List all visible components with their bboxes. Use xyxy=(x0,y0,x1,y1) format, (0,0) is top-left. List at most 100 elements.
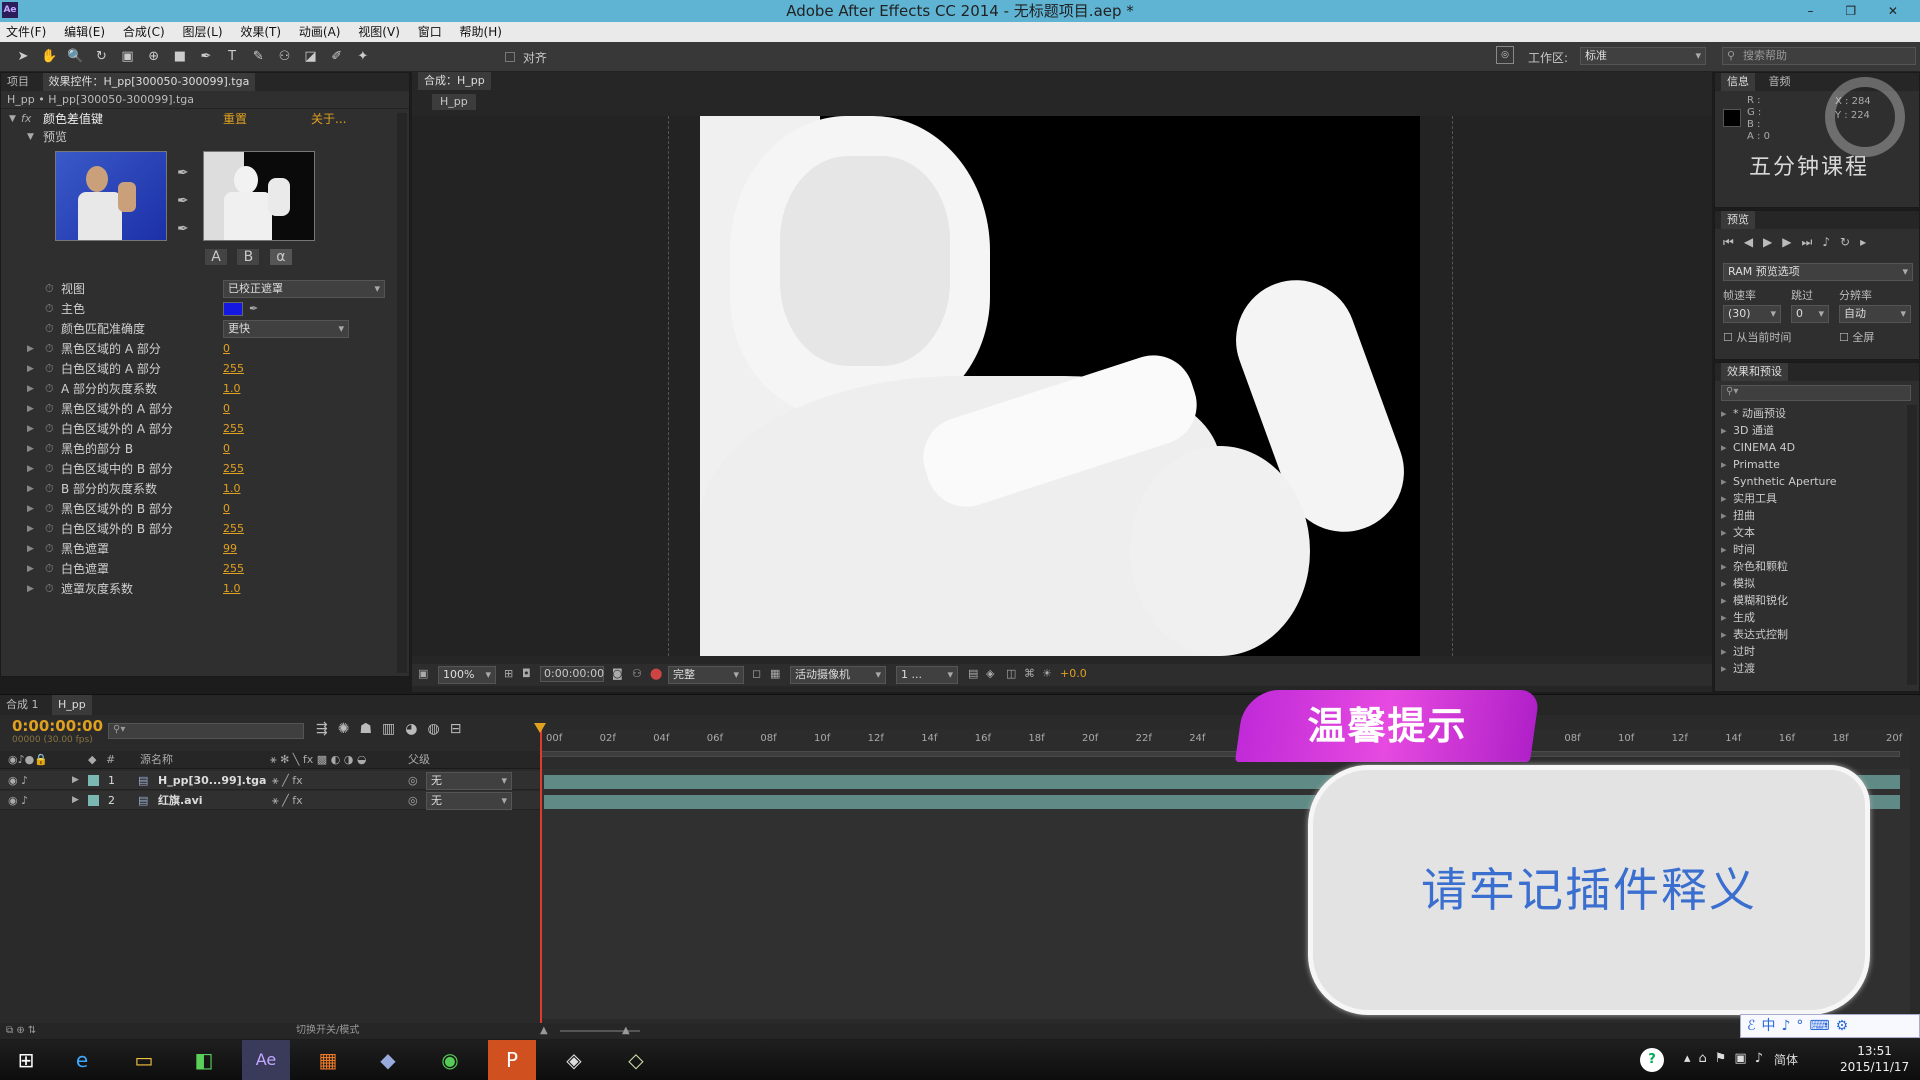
eyedropper-icon[interactable]: ✒ xyxy=(177,159,189,187)
tab-project[interactable]: 项目 xyxy=(7,73,29,91)
effect-category-item[interactable]: Primatte xyxy=(1715,456,1905,473)
rectangle-tool-icon[interactable]: ■ xyxy=(169,46,191,68)
layer-search-input[interactable]: ⚲▾ xyxy=(108,723,304,739)
text-tool-icon[interactable]: T xyxy=(221,46,243,68)
brush-tool-icon[interactable]: ✎ xyxy=(247,46,269,68)
tab-effects-presets[interactable]: 效果和预设 xyxy=(1721,363,1788,381)
current-timecode[interactable]: 0:00:00:00 xyxy=(12,717,103,735)
pickwhip-icon[interactable]: ◎ xyxy=(408,771,418,790)
eraser-tool-icon[interactable]: ◪ xyxy=(300,46,322,68)
channel-alpha-button[interactable]: α xyxy=(269,249,292,265)
time-ruler[interactable]: 00f 02f 04f 06f 08f 10f 12f 14f 16f 18f 20f 22f 24f 2… xyxy=(540,729,1910,769)
layer-switches[interactable]: ⚹ ╱ fx xyxy=(272,791,303,810)
preview-row[interactable]: ▼ 预览 xyxy=(1,127,401,147)
expand-arrow-icon[interactable]: ▶ xyxy=(27,339,34,359)
full-screen-checkbox[interactable]: ☐ 全屏 xyxy=(1839,329,1874,345)
expand-arrow-icon[interactable]: ▶ xyxy=(27,439,34,459)
file-explorer-icon[interactable]: ▭ xyxy=(120,1040,168,1080)
menu-edit[interactable]: 编辑(E) xyxy=(64,25,105,39)
app-icon[interactable]: ▦ xyxy=(304,1040,352,1080)
grid-icon[interactable]: ⊞ xyxy=(504,664,513,684)
effect-category-item[interactable]: 模拟 xyxy=(1715,575,1905,592)
eyedropper-minus-icon[interactable]: ✒ xyxy=(177,215,189,243)
param-value[interactable]: 0 xyxy=(223,499,230,519)
zoom-out-icon[interactable]: ▲ xyxy=(540,1023,548,1039)
resolution-select[interactable]: 自动 xyxy=(1839,305,1911,323)
ime-toolbar[interactable]: ℰ中♪°⌨⚙ xyxy=(1740,1014,1920,1038)
transparency-grid-icon[interactable]: ▦ xyxy=(770,664,780,684)
effect-category-item[interactable]: 表达式控制 xyxy=(1715,626,1905,643)
app-icon[interactable]: ◇ xyxy=(612,1040,660,1080)
start-icon[interactable]: ⊞ xyxy=(2,1040,50,1080)
effect-category-item[interactable]: Synthetic Aperture xyxy=(1715,473,1905,490)
stopwatch-icon[interactable]: ⏱ xyxy=(45,519,54,539)
source-name-header[interactable]: 源名称 xyxy=(140,751,173,769)
skip-select[interactable]: 0 xyxy=(1791,305,1829,323)
camera-tool-icon[interactable]: ▣ xyxy=(117,46,139,68)
resolution-select[interactable]: 完整 xyxy=(668,666,744,684)
expand-arrow-icon[interactable]: ▶ xyxy=(27,519,34,539)
work-area-bar[interactable] xyxy=(540,751,1900,757)
effect-category-item[interactable]: 模糊和锐化 xyxy=(1715,592,1905,609)
view-select[interactable]: 已校正遮罩 xyxy=(223,280,385,298)
layer-switches-icon[interactable]: ⧉ ⊕ ⇅ xyxy=(6,1023,36,1039)
param-value[interactable]: 255 xyxy=(223,359,244,379)
camera-select[interactable]: 活动摄像机 xyxy=(790,666,886,684)
show-snapshot-icon[interactable]: ⚇ xyxy=(632,664,642,684)
parent-header[interactable]: 父级 xyxy=(408,751,430,769)
param-value[interactable]: 0 xyxy=(223,339,230,359)
tab-preview[interactable]: 预览 xyxy=(1721,211,1755,229)
effect-category-item[interactable]: 文本 xyxy=(1715,524,1905,541)
param-value[interactable]: 1.0 xyxy=(223,579,241,599)
menu-effect[interactable]: 效果(T) xyxy=(240,25,281,39)
tab-effect-controls[interactable]: 效果控件：H_pp[300050-300099].tga xyxy=(42,73,256,91)
snapshot-camera-icon[interactable]: ◙ xyxy=(612,664,623,684)
effect-category-item[interactable]: 实用工具 xyxy=(1715,490,1905,507)
comp-mini-flowchart-icon[interactable]: ⇶ xyxy=(316,721,338,737)
toggle-switches-modes-button[interactable]: 切换开关/模式 xyxy=(296,1023,359,1039)
clock[interactable]: 13:51 2015/11/17 xyxy=(1840,1043,1909,1075)
stopwatch-icon[interactable]: ⏱ xyxy=(45,579,54,599)
after-effects-icon[interactable]: Ae xyxy=(242,1040,290,1080)
internet-explorer-icon[interactable]: e xyxy=(58,1040,106,1080)
stopwatch-icon[interactable]: ⏱ xyxy=(45,559,54,579)
key-color-swatch[interactable] xyxy=(223,302,243,316)
window-controls[interactable]: – ❐ ✕ xyxy=(1808,0,1912,22)
stopwatch-icon[interactable]: ⏱ xyxy=(45,419,54,439)
stopwatch-icon[interactable]: ⏱ xyxy=(45,279,54,299)
vr-icon[interactable]: ◎ xyxy=(1496,46,1514,64)
flowchart-icon[interactable]: ⌘ xyxy=(1024,664,1035,684)
expand-arrow-icon[interactable]: ▶ xyxy=(27,399,34,419)
stopwatch-icon[interactable]: ⏱ xyxy=(45,359,54,379)
expand-arrow-icon[interactable]: ▶ xyxy=(27,379,34,399)
timeline-icon[interactable]: ◫ xyxy=(1006,664,1016,684)
param-value[interactable]: 1.0 xyxy=(223,479,241,499)
stopwatch-icon[interactable]: ⏱ xyxy=(45,499,54,519)
fast-previews-icon[interactable]: ◈ xyxy=(986,664,994,684)
stopwatch-icon[interactable]: ⏱ xyxy=(45,539,54,559)
mask-icon[interactable]: ◘ xyxy=(522,664,531,684)
param-value[interactable]: 255 xyxy=(223,519,244,539)
menu-file[interactable]: 文件(F) xyxy=(6,25,46,39)
param-value[interactable]: 1.0 xyxy=(223,379,241,399)
expand-arrow-icon[interactable]: ▶ xyxy=(27,359,34,379)
brainstorm-icon[interactable]: ⊟ xyxy=(450,721,472,737)
help-search-input[interactable]: ⚲ 搜索帮助 xyxy=(1722,47,1916,65)
draft-3d-icon[interactable]: ✺ xyxy=(338,721,360,737)
layer-row[interactable]: ◉ ♪ ▶ 2 ▤ 红旗.avi ⚹ ╱ fx ◎ 无 xyxy=(0,791,540,810)
store-icon[interactable]: ◧ xyxy=(180,1040,228,1080)
expand-arrow-icon[interactable]: ▶ xyxy=(72,791,79,810)
comp-breadcrumb[interactable]: H_pp xyxy=(432,94,476,110)
expand-arrow-icon[interactable]: ▶ xyxy=(27,559,34,579)
param-value[interactable]: 255 xyxy=(223,459,244,479)
menu-composition[interactable]: 合成(C) xyxy=(123,25,165,39)
switches-header-icons[interactable]: ⚹ ✻ ╲ fx ▩ ◐ ◑ ◒ xyxy=(270,751,367,769)
visibility-eye-icon[interactable]: ◉ ♪ xyxy=(8,771,28,790)
zoom-in-icon[interactable]: ▲ xyxy=(622,1023,630,1039)
selection-tool-icon[interactable]: ➤ xyxy=(12,46,34,68)
next-frame-icon[interactable]: ▶ xyxy=(1782,235,1801,249)
scrollbar[interactable] xyxy=(397,113,407,673)
exposure-value[interactable]: +0.0 xyxy=(1060,664,1087,684)
effect-category-item[interactable]: CINEMA 4D xyxy=(1715,439,1905,456)
play-icon[interactable]: ▶ xyxy=(1763,235,1782,249)
